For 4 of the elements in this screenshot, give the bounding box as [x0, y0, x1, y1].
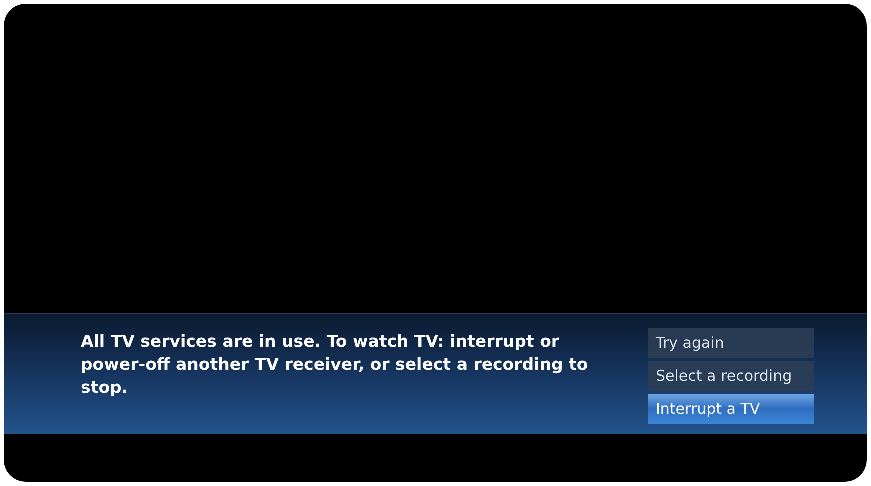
- option-button[interactable]: Select a recording: [648, 361, 814, 391]
- option-button[interactable]: Try again: [648, 328, 814, 358]
- option-button[interactable]: Interrupt a TV: [648, 394, 814, 424]
- dialog-message: All TV services are in use. To watch TV: interrupt or power-off another TV receiver, or select a recording to stop.: [81, 331, 590, 399]
